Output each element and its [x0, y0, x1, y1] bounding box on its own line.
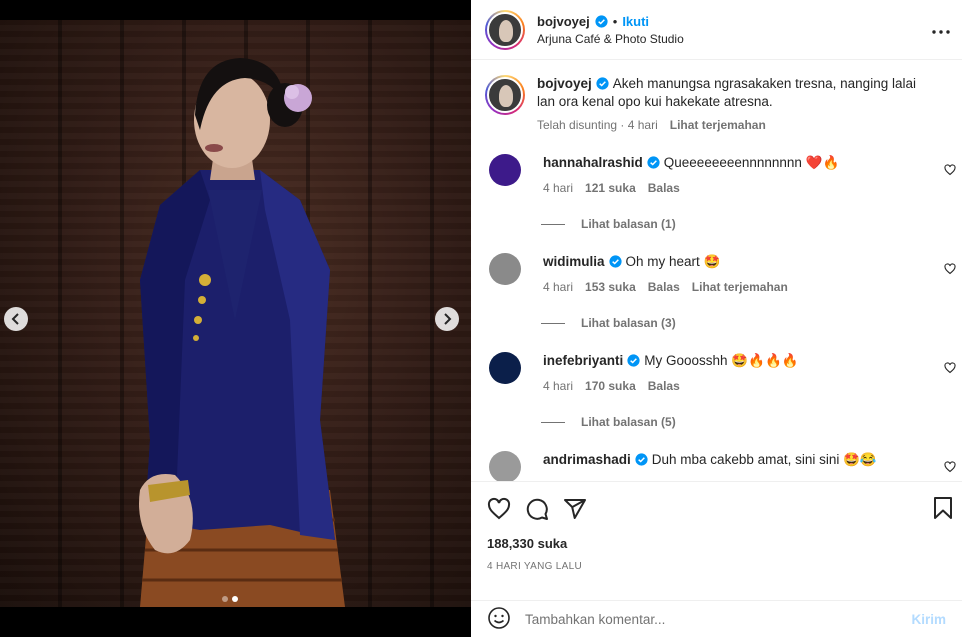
- follow-button[interactable]: Ikuti: [622, 14, 649, 29]
- author-avatar[interactable]: [485, 9, 525, 50]
- post-actions: 188,330 suka 4 HARI YANG LALU: [471, 481, 962, 601]
- view-replies-label: Lihat balasan (1): [581, 217, 676, 231]
- post-media: [0, 0, 471, 637]
- view-replies-button[interactable]: Lihat balasan (3): [541, 316, 962, 330]
- view-replies-label: Lihat balasan (3): [581, 316, 676, 330]
- comment-like-button[interactable]: [944, 461, 956, 476]
- comment-translate-link[interactable]: Lihat terjemahan: [692, 280, 788, 294]
- post-caption: bojvoyej Akeh manungsa ngrasakaken tresna…: [471, 61, 962, 132]
- verified-badge-icon: [596, 77, 609, 90]
- portrait-figure: [139, 58, 345, 607]
- comment-like-button[interactable]: [944, 362, 956, 377]
- commenter-username[interactable]: inefebriyanti: [543, 353, 623, 368]
- comment-time[interactable]: 4 hari: [543, 280, 573, 294]
- commenter-avatar[interactable]: [489, 253, 521, 285]
- comment-likes[interactable]: 153 suka: [585, 280, 636, 294]
- slide-dot-active: [232, 596, 238, 602]
- caption-username[interactable]: bojvoyej: [537, 76, 592, 91]
- view-replies-button[interactable]: Lihat balasan (1): [541, 217, 962, 231]
- edited-label: Telah disunting: [537, 118, 618, 132]
- verified-badge-icon: [647, 156, 660, 169]
- emoji-button[interactable]: [487, 606, 511, 633]
- previous-slide-button[interactable]: [4, 307, 28, 331]
- like-button[interactable]: [487, 497, 511, 521]
- post-header: bojvoyej • Ikuti Arjuna Café & Photo Stu…: [471, 0, 962, 60]
- reply-button[interactable]: Balas: [648, 280, 680, 294]
- heart-icon: [944, 263, 956, 275]
- more-options-button[interactable]: [932, 20, 950, 38]
- save-button[interactable]: [932, 496, 954, 523]
- verified-badge-icon: [595, 14, 608, 28]
- commenter-username[interactable]: widimulia: [543, 254, 605, 269]
- caption-time[interactable]: 4 hari: [628, 118, 658, 132]
- chevron-right-icon: [444, 313, 452, 325]
- verified-badge-icon: [635, 453, 648, 466]
- comment-like-button[interactable]: [944, 164, 956, 179]
- author-username[interactable]: bojvoyej: [537, 14, 590, 29]
- post-sidebar: bojvoyej • Ikuti Arjuna Café & Photo Stu…: [471, 0, 962, 637]
- header-separator: •: [612, 13, 618, 29]
- likes-count[interactable]: 188,330 suka: [487, 536, 946, 551]
- comment-text: Queeeeeeeennnnnnnn ❤️🔥: [663, 155, 840, 170]
- comments-list[interactable]: bojvoyej Akeh manungsa ngrasakaken tresna…: [471, 61, 962, 481]
- post-date[interactable]: 4 HARI YANG LALU: [487, 561, 946, 572]
- comment-text: My Gooosshh 🤩🔥🔥🔥: [644, 353, 799, 368]
- heart-icon: [944, 461, 956, 473]
- comment-likes[interactable]: 121 suka: [585, 181, 636, 195]
- view-replies-label: Lihat balasan (5): [581, 415, 676, 429]
- commenter-avatar[interactable]: [489, 352, 521, 384]
- commenter-username[interactable]: hannahalrashid: [543, 155, 643, 170]
- view-replies-button[interactable]: Lihat balasan (5): [541, 415, 962, 429]
- comment-text: Duh mba cakebb amat, sini sini 🤩😂: [651, 452, 877, 467]
- heart-icon: [487, 497, 511, 520]
- reply-button[interactable]: Balas: [648, 181, 680, 195]
- chevron-left-icon: [11, 313, 19, 325]
- comment-icon: [526, 498, 548, 520]
- commenter-avatar[interactable]: [489, 154, 521, 186]
- caption-author-avatar[interactable]: [485, 75, 525, 115]
- heart-icon: [944, 362, 956, 374]
- comment-time[interactable]: 4 hari: [543, 379, 573, 393]
- commenter-username[interactable]: andrimashadi: [543, 452, 631, 467]
- share-button[interactable]: [563, 497, 587, 521]
- comment-time[interactable]: 4 hari: [543, 181, 573, 195]
- verified-badge-icon: [627, 354, 640, 367]
- comment-item: hannahalrashid Queeeeeeeennnnnnnn ❤️🔥 4 h…: [471, 154, 962, 195]
- comment-text: Oh my heart 🤩: [625, 254, 721, 269]
- comment-likes[interactable]: 170 suka: [585, 379, 636, 393]
- bookmark-icon: [934, 497, 952, 519]
- verified-badge-icon: [608, 255, 622, 268]
- comment-like-button[interactable]: [944, 263, 956, 278]
- send-icon: [564, 499, 586, 519]
- comment-input[interactable]: [525, 611, 912, 627]
- next-slide-button[interactable]: [435, 307, 459, 331]
- add-comment-bar: Kirim: [471, 600, 962, 637]
- caption-text: Akeh manungsa ngrasakaken tresna, nangin…: [537, 76, 916, 109]
- comment-item: inefebriyanti My Gooosshh 🤩🔥🔥🔥 4 hari 170…: [471, 352, 962, 393]
- comment-item: widimulia Oh my heart 🤩 4 hari 153 suka B…: [471, 253, 962, 294]
- commenter-avatar[interactable]: [489, 451, 521, 481]
- comment-item: andrimashadi Duh mba cakebb amat, sini si…: [471, 451, 962, 481]
- heart-icon: [944, 164, 956, 176]
- location-link[interactable]: Arjuna Café & Photo Studio: [537, 32, 684, 46]
- emoji-icon: [488, 606, 510, 629]
- reply-button[interactable]: Balas: [648, 379, 680, 393]
- more-horizontal-icon: [932, 30, 950, 34]
- caption-translate-link[interactable]: Lihat terjemahan: [670, 118, 766, 132]
- slide-indicator: [222, 596, 238, 602]
- post-photo[interactable]: [0, 20, 471, 607]
- post-comment-button[interactable]: Kirim: [911, 612, 946, 627]
- comment-button[interactable]: [525, 497, 549, 521]
- slide-dot: [222, 596, 228, 602]
